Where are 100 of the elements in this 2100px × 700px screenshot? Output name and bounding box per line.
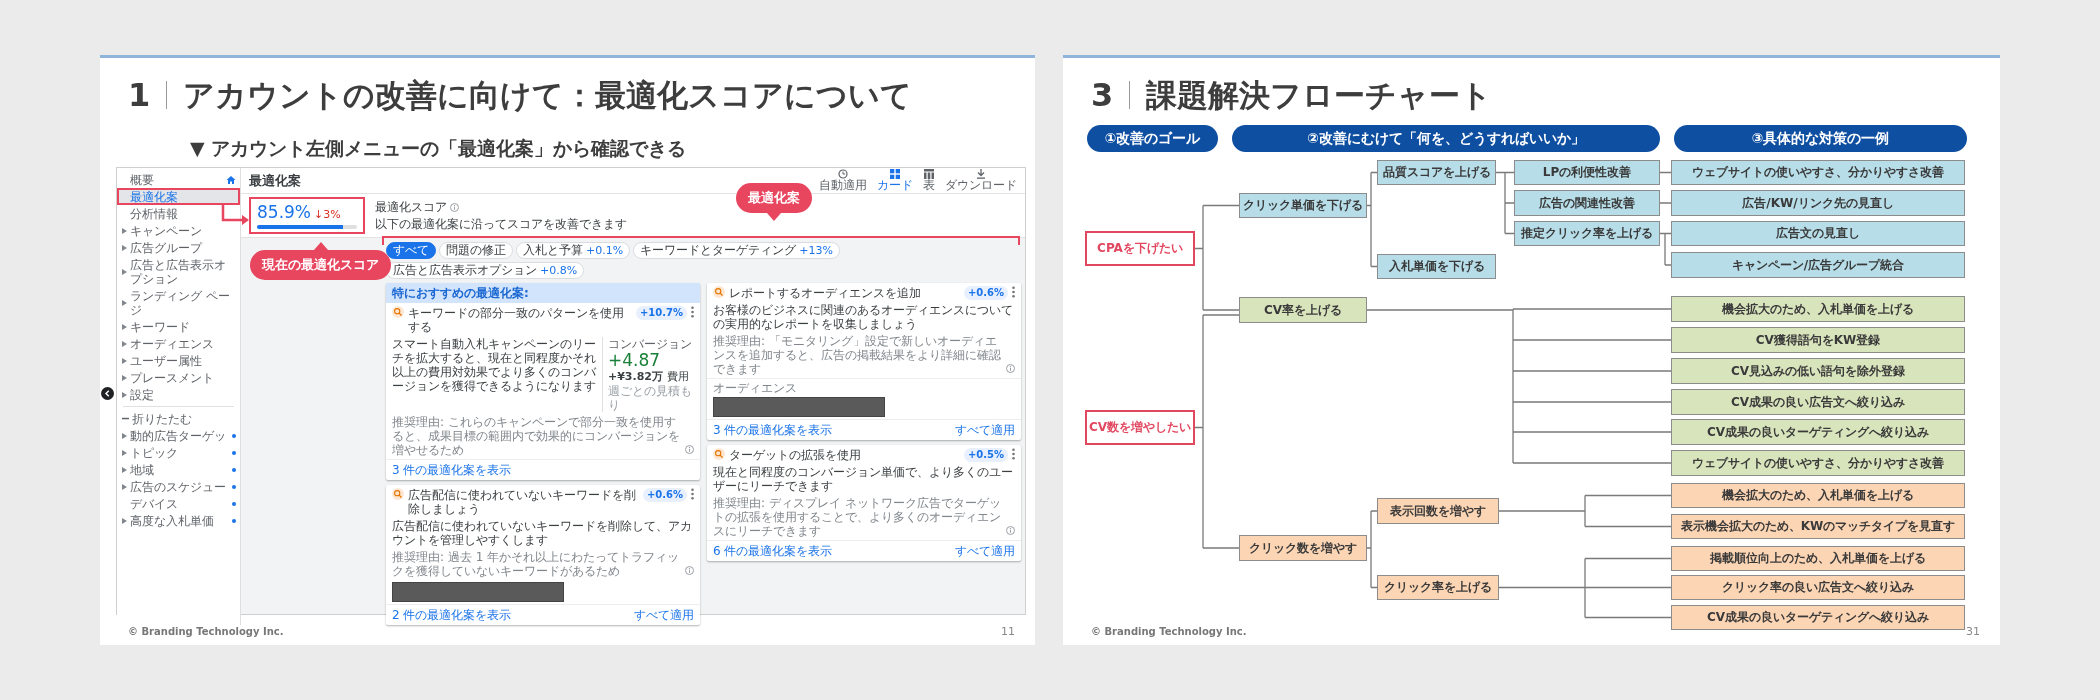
flow-node: CV獲得語句をKW登録 [1671, 327, 1965, 353]
view-link[interactable]: 3 件の最適化案を表示 [392, 463, 512, 477]
slide-title: 課題解決フローチャート [1146, 76, 1493, 115]
flow-node: 機会拡大のため、入札単価を上げる [1671, 296, 1965, 322]
collapse-toggle[interactable]: 折りたたむ [117, 410, 240, 427]
view-link[interactable]: 3 件の最適化案を表示 [713, 423, 833, 437]
flow-node: キャンペーン/広告グループ統合 [1671, 252, 1965, 278]
flow-node: クリック率を上げる [1377, 575, 1499, 600]
sidebar-item[interactable]: 広告と広告表示オプション [117, 256, 240, 287]
slide-number: 3 [1091, 75, 1114, 115]
metric-value: +4.87 [608, 351, 662, 370]
flow-node: 広告文の見直し [1671, 221, 1965, 246]
sidebar-item[interactable]: 高度な入札単価 [117, 512, 240, 529]
search-icon [392, 306, 404, 318]
filter-chip[interactable]: 問題の修正 [439, 242, 513, 259]
help-icon [1006, 526, 1015, 535]
flow-node: LPの利便性改善 [1514, 160, 1660, 185]
flow-node: クリック率の良い広告文へ絞り込み [1671, 575, 1965, 600]
apply-link[interactable]: すべて適用 [634, 608, 694, 622]
more-icon [1012, 286, 1015, 298]
sidebar-item[interactable]: 広告グループ [117, 239, 240, 256]
clock-icon [838, 169, 848, 179]
goal-node: CPAを下げたい [1085, 231, 1195, 266]
sidebar-item[interactable]: 広告のスケジュー [117, 478, 240, 495]
sidebar-item[interactable]: 分析情報 [117, 205, 240, 222]
sidebar-item[interactable]: キーワード [117, 318, 240, 335]
score-badge: +0.6% [963, 286, 1008, 300]
sidebar-item[interactable]: オーディエンス [117, 335, 240, 352]
help-icon [450, 202, 459, 212]
copyright-text: © Branding Technology Inc. [128, 626, 284, 638]
page-number: 11 [1001, 626, 1015, 638]
reason-text: 推奨理由: 「モニタリング」設定で新しいオーディエンスを追加すると、広告の掲載結果をより詳細に確認できます [713, 334, 1002, 376]
connector-line [1659, 232, 1672, 266]
download-icon [976, 169, 986, 179]
flow-node: 推定クリック率を上げる [1514, 221, 1660, 246]
filter-chip[interactable]: 入札と予算 +0.1% [516, 242, 631, 259]
sidebar-item[interactable]: トピック [117, 444, 240, 461]
reason-text: 推奨理由: 過去 1 年かそれ以上にわたってトラフィックを獲得していないキーワードがあるため [392, 550, 681, 578]
flow-node: クリック単価を下げる [1239, 193, 1367, 218]
card-title: 広告配信に使われていないキーワードを削除しましょう [408, 488, 637, 516]
sidebar-item[interactable]: 概要 [117, 171, 240, 188]
help-icon [685, 445, 694, 454]
card-text: 現在と同程度のコンバージョン単価で、より多くのユーザーにリーチできます [712, 464, 1014, 495]
flow-node: クリック数を増やす [1239, 535, 1367, 561]
filter-chip[interactable]: 広告と広告表示オプション +0.8% [386, 262, 585, 279]
sidebar-item[interactable]: ユーザー属性 [117, 352, 240, 369]
filter-chip[interactable]: キーワードとターゲティング +13% [633, 242, 840, 259]
table-icon [924, 169, 934, 179]
card-text: 広告配信に使われていないキーワードを削除して、アカウントを管理しやすくします [391, 518, 693, 549]
reason-text: 推奨理由: これらのキャンペーンで部分一致を使用すると、成果目標の範囲内で効果的にコンバージョンを増やせるため [392, 415, 681, 457]
section-header: ③具体的な対策の一例 [1674, 125, 1967, 152]
score-description: 以下の最適化案に沿ってスコアを改善できます [375, 217, 627, 231]
flow-node: ウェブサイトの使いやすさ、分かりやすさ改善 [1671, 450, 1965, 476]
grid-icon [890, 169, 900, 179]
sidebar-item[interactable]: キャンペーン [117, 222, 240, 239]
connector-line [1495, 171, 1515, 235]
search-icon [713, 448, 725, 460]
score-value: 85.9% [257, 201, 311, 222]
sidebar-item[interactable]: 動的広告ターゲッ [117, 427, 240, 444]
slide-number: 1 [128, 75, 151, 115]
page-title: 最適化案 [249, 173, 301, 188]
metric-note: 週ごとの見積もり [608, 384, 693, 412]
filter-chip[interactable]: すべて [386, 242, 436, 259]
flow-node: 入札単価を下げる [1377, 254, 1496, 279]
toolbar-button[interactable]: ダウンロード [945, 169, 1017, 192]
toolbar-button[interactable]: 自動適用 [819, 169, 867, 192]
toolbar-button[interactable]: カード [877, 169, 913, 192]
view-link[interactable]: 6 件の最適化案を表示 [713, 544, 833, 558]
more-icon [1012, 448, 1015, 460]
view-link[interactable]: 2 件の最適化案を表示 [392, 608, 512, 622]
score-change: ↓3% [314, 207, 341, 221]
apply-link[interactable]: すべて適用 [955, 423, 1015, 437]
more-icon [691, 488, 694, 500]
card-text: お客様のビジネスに関連のあるオーディエンスについての実用的なレポートを収集しましょう [712, 302, 1014, 333]
toolbar-button[interactable]: 表 [923, 169, 935, 192]
search-icon [392, 488, 404, 500]
flow-node: 表示機会拡大のため、KWのマッチタイプを見直す [1671, 514, 1965, 539]
search-icon [713, 286, 725, 298]
card-title: ターゲットの拡張を使用 [729, 448, 862, 462]
flow-node: CV見込みの低い語句を除外登録 [1671, 358, 1965, 384]
slide-title: アカウントの改善に向けて：最適化スコアについて [183, 76, 913, 115]
sidebar-item[interactable]: 設定 [117, 386, 240, 403]
sidebar-item[interactable]: ランディング ページ [117, 287, 240, 318]
section-header: ②改善にむけて「何を、どうすればいいか」 [1232, 125, 1660, 152]
flow-node: 広告の関連性改善 [1514, 190, 1660, 216]
card-title: キーワードの部分一致のパターンを使用する [408, 306, 625, 334]
flow-node: CV成果の良い広告文へ絞り込み [1671, 389, 1965, 415]
score-badge: +10.7% [635, 306, 687, 320]
copyright-text: © Branding Technology Inc. [1091, 626, 1247, 638]
score-label: 最適化スコア [375, 200, 447, 214]
flow-node: CV率を上げる [1239, 297, 1367, 323]
sidebar-item[interactable]: 最適化案 [117, 188, 240, 205]
sidebar-item[interactable]: デバイス [117, 495, 240, 512]
metric-cost: +¥3.82万 費用 [608, 370, 690, 384]
sidebar-item[interactable]: プレースメント [117, 369, 240, 386]
flow-node: CV成果の良いターゲティングへ絞り込み [1671, 605, 1965, 630]
flow-node: 広告/KW/リンク先の見直し [1671, 190, 1965, 216]
card-text: スマート自動入札キャンペーンのリーチを拡大すると、現在と同程度かそれ以上の費用対効果でより多くのコンバージョンを獲得できるようになります [392, 337, 596, 395]
apply-link[interactable]: すべて適用 [955, 544, 1015, 558]
sidebar-item[interactable]: 地域 [117, 461, 240, 478]
